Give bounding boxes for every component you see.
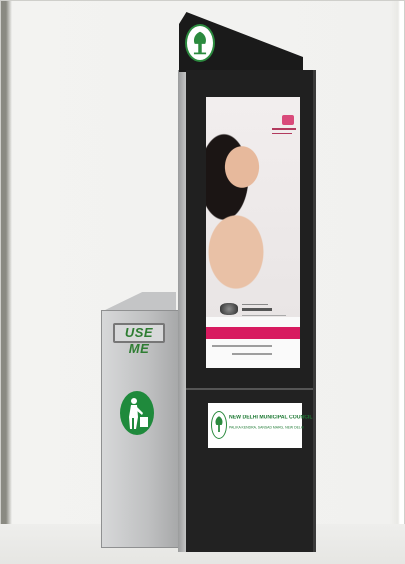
panel-edge: [313, 70, 316, 552]
kiosk-scene: USE ME NEW DELHI MUNICIPAL COUNCIL PALIK…: [0, 0, 405, 564]
jewellery-brand-icon: [282, 115, 294, 125]
ndmc-address: PALIKA KENDRA, SANSAD MARG, NEW DELHI: [229, 425, 305, 430]
ad-footer-line: [232, 353, 272, 355]
tree-emblem-icon: [185, 24, 215, 62]
ad-text-line: [242, 304, 268, 305]
ad-photo: [206, 97, 300, 317]
ad-footer-line: [212, 345, 272, 347]
ad-pink-strip: [206, 327, 300, 339]
person-throwing-trash-icon: [120, 391, 154, 435]
ad-product-name: [242, 308, 272, 311]
ad-jewel-image: [220, 303, 238, 315]
ad-tagline: [272, 133, 292, 134]
ad-headline: [272, 128, 296, 130]
ndmc-name: NEW DELHI MUNICIPAL COUNCIL: [229, 415, 313, 421]
advertisement-screen: [206, 97, 300, 368]
tree-emblem-icon: [211, 411, 227, 439]
ndmc-sign: NEW DELHI MUNICIPAL COUNCIL PALIKA KENDR…: [208, 403, 313, 448]
use-me-label: USE ME: [113, 323, 165, 356]
ad-text-line: [242, 315, 286, 316]
